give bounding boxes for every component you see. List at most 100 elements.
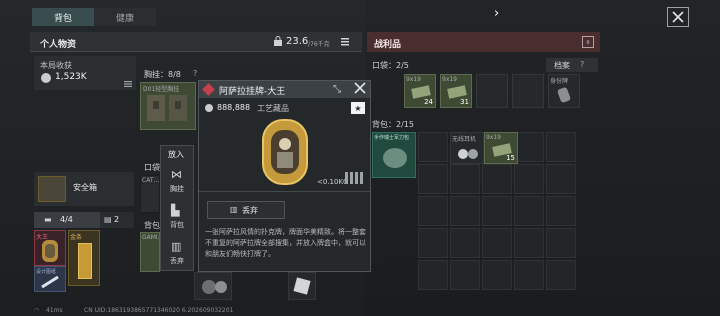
headphones-label: 无线耳机 [452,136,477,143]
dogtag-label: 身份牌 [550,78,569,85]
blueprint-slot[interactable]: 设计图纸 [34,266,66,292]
safe-box-icon [38,176,66,202]
pocket-cell[interactable]: CAT… [140,175,160,213]
ammo-box-icon [447,85,467,99]
dogtag-slot[interactable]: 身份牌 [548,74,580,108]
blueprint-icon [41,275,59,289]
menu-discard-label: 丢弃 [170,257,184,265]
coin-icon [41,73,51,83]
selected-card-slot[interactable]: 大王 [34,230,66,266]
tab-health[interactable]: 健康 [94,8,156,26]
case-count: 2 [114,215,120,224]
chest-rig-item[interactable]: D01轻型胸挂 [140,82,196,130]
close-button[interactable] [667,7,689,27]
ammo-item-1[interactable]: 9x19 24 [404,74,436,108]
backpack-icon: ▙ [171,204,180,217]
tab-backpack[interactable]: 背包 [32,8,94,26]
ammo-2-name: 9x19 [442,76,458,83]
archive-help[interactable]: ? [580,60,584,69]
knife-case-icon [383,148,407,168]
discard-label: 丢弃 [242,206,258,215]
card-weight: <0.10KG [317,178,349,186]
gold-bar-tag: 金条 [70,234,83,241]
poker-card-art [262,119,308,185]
list-icon[interactable] [341,38,349,46]
ammo-1-count: 24 [424,98,433,106]
menu-chest-rig-label: 胸挂 [170,185,184,193]
weight-max: /76千克 [308,41,330,48]
chest-rig-icon [147,95,187,121]
personal-items-title: 个人物资 [40,40,77,50]
income-label: 本局收获 [40,61,72,70]
card-thumb-icon [42,240,58,262]
knife-case-item[interactable]: 手作瑞士军刀包 [372,132,416,178]
gold-bar-icon [78,243,92,279]
loot-backpack-label: 背包：2/15 [372,120,414,129]
price-coin-icon [205,104,213,112]
safe-box-label: 安全箱 [73,183,97,192]
ammo-3-count: 15 [506,154,515,162]
menu-discard[interactable]: ▥ 丢弃 [160,238,194,268]
menu-backpack-label: 背包 [170,221,184,229]
backpack-item[interactable]: GAMI… [140,232,164,272]
card-price: 888,888 [217,103,251,112]
chest-rig-help[interactable]: ? [193,69,197,78]
trash-icon: ▥ [171,240,182,253]
chest-rig-icon: ⋈ [171,168,182,181]
card-category: 工艺藏品 [257,104,289,113]
backpack-label: 背包 [144,221,160,230]
ammo-item-2[interactable]: 9x19 31 [440,74,472,108]
card-description: 一张阿萨拉风情的扑克牌，牌面华美精致。将一整套不重复的阿萨拉牌全部搜集，并放入牌… [205,228,366,258]
card-case-icon: ▤ [104,215,112,224]
loot-header [367,32,600,52]
headphones-item[interactable]: 无线耳机 [450,132,484,164]
income-value: 1,523K [55,72,87,82]
menu-icon[interactable] [124,80,132,87]
key-case-tab[interactable]: ▬ 4/4 [34,212,100,228]
collapse-icon[interactable]: ⤡ [333,84,341,95]
menu-chest-rig[interactable]: ⋈ 胸挂 [160,166,194,196]
loot-title: 战利品 [374,40,402,50]
item-detail-card: 阿萨拉挂牌-大王 ⤡ 888,888 工艺藏品 ★ <0.10KG ▥ 丢弃 一… [198,80,371,272]
gold-bar-slot[interactable]: 金条 [68,230,100,286]
weight-value: 23.6 [286,36,309,47]
wifi-icon: ◠ [34,307,40,314]
loot-pocket-label: 口袋：2/5 [372,61,409,70]
loot-pocket-slot[interactable] [476,74,508,108]
key-case-icon: ▬ [44,215,52,224]
ammo-3-name: 9x19 [486,134,502,141]
grid-size-icon [345,172,365,184]
pocket-label: 口袋 [144,163,160,172]
menu-header: 放入 [168,150,184,159]
headphones-icon [458,149,478,159]
uid-text: CN UID:1863193865771346020 6.20260903220… [84,307,234,314]
card-close-icon[interactable] [354,82,366,97]
gear-icon [202,280,227,294]
card-divider [199,191,370,192]
weight-lock-icon [273,36,283,46]
dogtag-icon [557,87,571,103]
card-title: 阿萨拉挂牌-大王 [219,87,286,97]
ammo-2-count: 31 [460,98,469,106]
cat-item-label: CAT… [142,177,160,184]
ammo-1-name: 9x19 [406,76,422,83]
favorite-star-icon[interactable]: ★ [351,102,365,114]
knife-case-label: 手作瑞士军刀包 [374,135,410,141]
discard-icon: ▥ [230,205,238,214]
next-arrow-icon[interactable]: › [494,6,499,21]
chest-rig-label: 胸挂：8/8 [144,70,181,79]
document-icon [293,277,311,295]
menu-backpack[interactable]: ▙ 背包 [160,202,194,232]
loot-pocket-slot[interactable] [512,74,544,108]
archive-label: 档案 [554,61,570,70]
key-count: 4/4 [60,215,73,224]
document-item[interactable] [288,272,316,300]
pin-icon[interactable]: ⬨ [582,36,594,48]
gear-item[interactable] [194,272,232,300]
blueprint-tag: 设计图纸 [36,269,57,275]
ammo-item-3[interactable]: 9x19 15 [484,132,518,164]
discard-button[interactable]: ▥ 丢弃 [207,201,285,219]
archive-tab[interactable]: 档案 ? [546,58,598,72]
ping-value: 41ms [46,307,63,314]
card-case-tab[interactable]: ▤ 2 [100,212,134,228]
